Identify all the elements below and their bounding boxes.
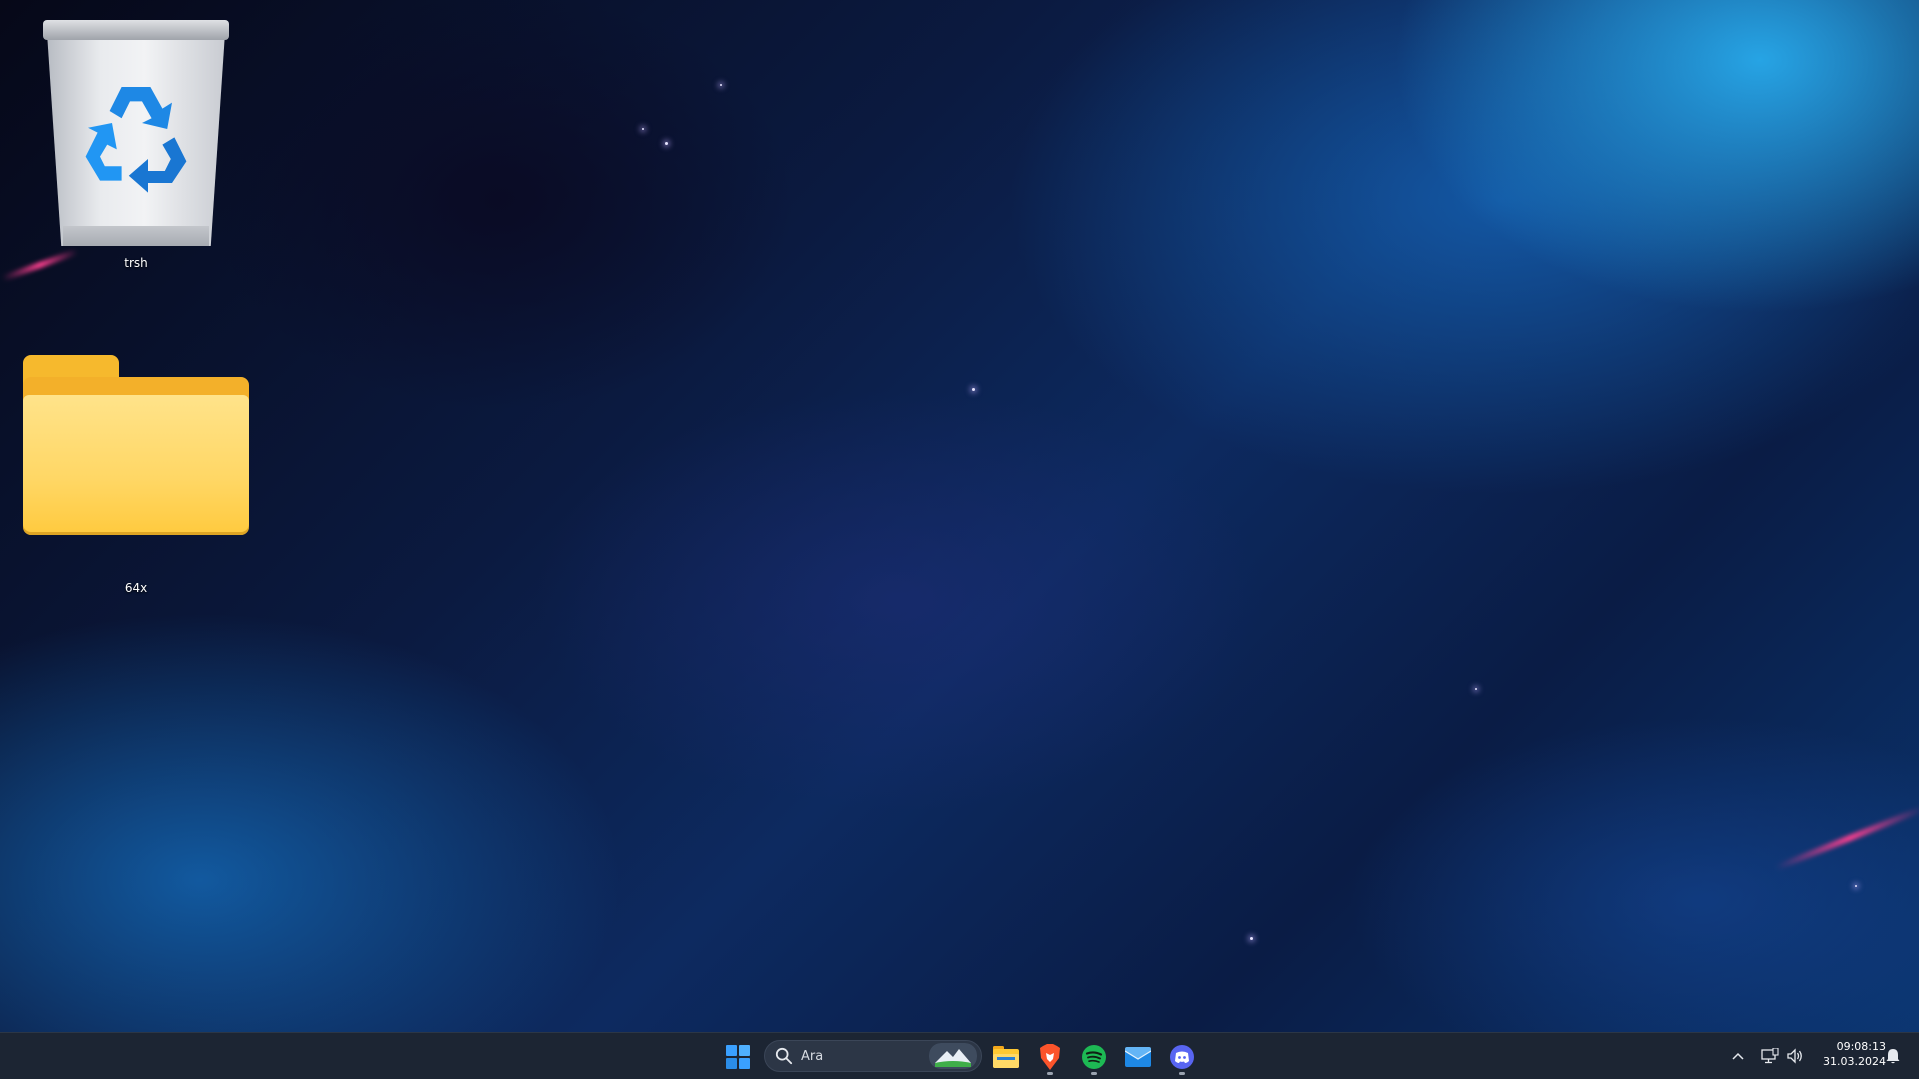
taskbar-app-spotify[interactable] (1076, 1039, 1112, 1075)
volume-icon (1787, 1048, 1802, 1064)
search-highlight-icon (929, 1043, 977, 1069)
folder-front (23, 395, 249, 535)
star (642, 128, 644, 130)
search-icon (775, 1047, 793, 1065)
network-icon (1761, 1048, 1779, 1064)
desktop-wallpaper: trsh 64x (0, 0, 1919, 1032)
notification-center-button[interactable] (1882, 1045, 1904, 1067)
taskbar: Ara 09:08:13 31.03.2024 (0, 1032, 1919, 1079)
clock-date: 31.03.2024 (1823, 1055, 1886, 1068)
mail-icon (1125, 1047, 1151, 1067)
discord-icon (1170, 1045, 1194, 1069)
chevron-up-icon (1732, 1052, 1744, 1060)
star (972, 388, 975, 391)
folder-icon (993, 1046, 1019, 1068)
desktop-icon-label: 64x (124, 581, 148, 595)
taskbar-app-file-explorer[interactable] (988, 1039, 1024, 1075)
tray-overflow-button[interactable] (1727, 1045, 1749, 1067)
taskbar-search-box[interactable]: Ara (764, 1040, 982, 1072)
brave-lion-icon (1040, 1044, 1060, 1070)
desktop-icon-label: trsh (124, 256, 148, 270)
running-indicator (1047, 1072, 1053, 1075)
running-indicator (1179, 1072, 1185, 1075)
bell-icon (1886, 1049, 1900, 1064)
recycle-arrows-icon (85, 87, 187, 193)
bin-base (63, 226, 209, 246)
star (1475, 688, 1477, 690)
bin-rim (43, 20, 229, 40)
star (1250, 937, 1253, 940)
start-button[interactable] (722, 1041, 754, 1073)
search-placeholder: Ara (801, 1048, 824, 1064)
star (720, 84, 722, 86)
desktop-icon-recycle-bin[interactable]: trsh (41, 20, 231, 270)
star (1855, 885, 1857, 887)
nebula-streak (1774, 805, 1919, 871)
running-indicator (1091, 1072, 1097, 1075)
windows-start-icon (726, 1045, 750, 1069)
taskbar-app-discord[interactable] (1164, 1039, 1200, 1075)
tray-network-button[interactable] (1759, 1045, 1781, 1067)
desktop-icon-folder[interactable]: 64x (23, 355, 249, 595)
taskbar-app-brave[interactable] (1032, 1039, 1068, 1075)
clock-time: 09:08:13 (1836, 1040, 1886, 1053)
taskbar-clock[interactable]: 09:08:13 31.03.2024 (1806, 1039, 1886, 1069)
spotify-icon (1082, 1045, 1106, 1069)
tray-volume-button[interactable] (1784, 1045, 1806, 1067)
folder-icon (23, 355, 249, 535)
star (665, 142, 668, 145)
recycle-bin-icon (41, 20, 231, 250)
taskbar-app-mail[interactable] (1120, 1039, 1156, 1075)
